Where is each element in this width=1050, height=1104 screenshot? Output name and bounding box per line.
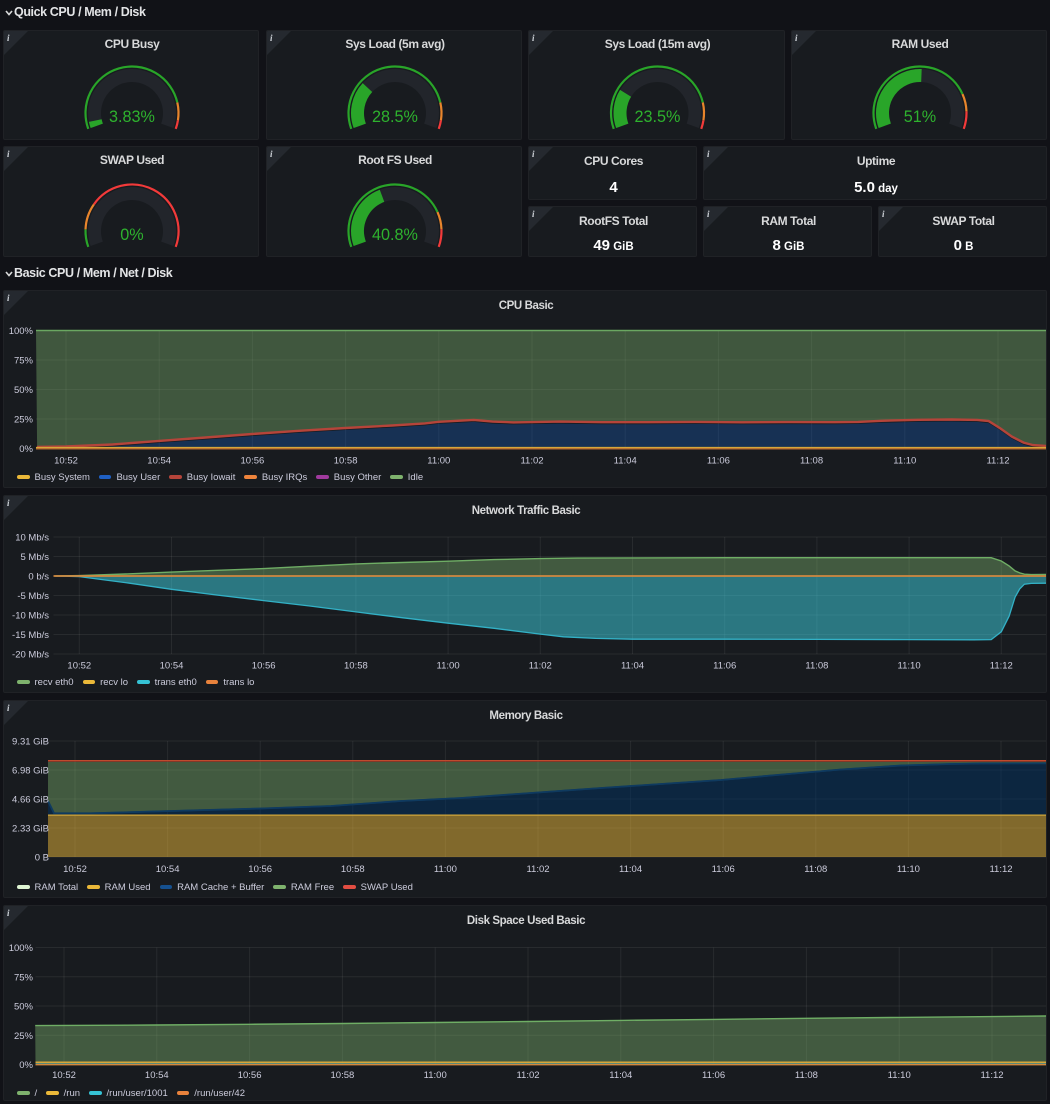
svg-text:10:56: 10:56 bbox=[252, 661, 276, 672]
svg-text:10:52: 10:52 bbox=[63, 864, 87, 875]
svg-text:0%: 0% bbox=[19, 444, 33, 455]
svg-text:10:58: 10:58 bbox=[331, 1070, 355, 1081]
svg-text:25%: 25% bbox=[14, 1031, 34, 1042]
svg-text:11:08: 11:08 bbox=[800, 456, 823, 467]
svg-text:75%: 75% bbox=[14, 356, 34, 367]
svg-text:25%: 25% bbox=[14, 415, 34, 426]
svg-text:10:54: 10:54 bbox=[147, 456, 171, 467]
svg-text:11:10: 11:10 bbox=[898, 661, 921, 672]
svg-text:100%: 100% bbox=[9, 943, 34, 954]
svg-text:10:54: 10:54 bbox=[160, 661, 184, 672]
svg-text:5 Mb/s: 5 Mb/s bbox=[20, 552, 49, 563]
svg-text:10:58: 10:58 bbox=[344, 661, 368, 672]
svg-text:6.98 GiB: 6.98 GiB bbox=[12, 766, 49, 777]
svg-text:10 Mb/s: 10 Mb/s bbox=[15, 533, 49, 544]
svg-text:100%: 100% bbox=[9, 326, 34, 337]
svg-text:11:12: 11:12 bbox=[989, 864, 1012, 875]
svg-text:10:54: 10:54 bbox=[156, 864, 180, 875]
svg-text:11:08: 11:08 bbox=[795, 1070, 818, 1081]
svg-text:11:02: 11:02 bbox=[520, 456, 543, 467]
svg-text:11:00: 11:00 bbox=[434, 864, 457, 875]
svg-text:-5 Mb/s: -5 Mb/s bbox=[17, 591, 49, 602]
svg-text:50%: 50% bbox=[14, 385, 34, 396]
svg-text:11:06: 11:06 bbox=[707, 456, 730, 467]
svg-text:11:04: 11:04 bbox=[614, 456, 637, 467]
svg-text:11:04: 11:04 bbox=[609, 1070, 632, 1081]
svg-text:0 B: 0 B bbox=[35, 853, 49, 864]
svg-text:11:02: 11:02 bbox=[529, 661, 552, 672]
svg-text:10:56: 10:56 bbox=[241, 456, 265, 467]
svg-text:11:06: 11:06 bbox=[702, 1070, 725, 1081]
svg-text:10:52: 10:52 bbox=[67, 661, 91, 672]
svg-text:10:58: 10:58 bbox=[341, 864, 365, 875]
svg-text:11:12: 11:12 bbox=[980, 1070, 1003, 1081]
svg-text:50%: 50% bbox=[14, 1002, 34, 1013]
svg-text:11:06: 11:06 bbox=[712, 864, 735, 875]
svg-text:11:04: 11:04 bbox=[621, 661, 644, 672]
svg-text:10:54: 10:54 bbox=[145, 1070, 169, 1081]
svg-text:0 b/s: 0 b/s bbox=[28, 572, 49, 583]
svg-text:11:02: 11:02 bbox=[516, 1070, 539, 1081]
svg-text:11:12: 11:12 bbox=[990, 661, 1013, 672]
svg-text:11:10: 11:10 bbox=[888, 1070, 911, 1081]
svg-text:11:00: 11:00 bbox=[427, 456, 450, 467]
svg-text:10:52: 10:52 bbox=[54, 456, 78, 467]
svg-text:11:00: 11:00 bbox=[437, 661, 460, 672]
svg-text:11:06: 11:06 bbox=[713, 661, 736, 672]
svg-text:11:08: 11:08 bbox=[805, 661, 828, 672]
svg-text:9.31 GiB: 9.31 GiB bbox=[12, 737, 49, 748]
svg-text:-10 Mb/s: -10 Mb/s bbox=[12, 611, 49, 622]
svg-text:11:02: 11:02 bbox=[526, 864, 549, 875]
svg-text:10:56: 10:56 bbox=[238, 1070, 262, 1081]
svg-text:2.33 GiB: 2.33 GiB bbox=[12, 824, 49, 835]
svg-text:11:10: 11:10 bbox=[893, 456, 916, 467]
svg-text:-15 Mb/s: -15 Mb/s bbox=[12, 630, 49, 641]
svg-text:10:52: 10:52 bbox=[52, 1070, 76, 1081]
svg-text:0%: 0% bbox=[19, 1060, 33, 1071]
svg-text:11:10: 11:10 bbox=[897, 864, 920, 875]
svg-text:11:04: 11:04 bbox=[619, 864, 642, 875]
svg-text:11:08: 11:08 bbox=[804, 864, 827, 875]
svg-text:11:12: 11:12 bbox=[986, 456, 1009, 467]
svg-text:75%: 75% bbox=[14, 972, 34, 983]
svg-text:11:00: 11:00 bbox=[424, 1070, 447, 1081]
svg-text:-20 Mb/s: -20 Mb/s bbox=[12, 650, 49, 661]
svg-text:10:56: 10:56 bbox=[248, 864, 272, 875]
svg-text:4.66 GiB: 4.66 GiB bbox=[12, 795, 49, 806]
svg-text:10:58: 10:58 bbox=[334, 456, 358, 467]
